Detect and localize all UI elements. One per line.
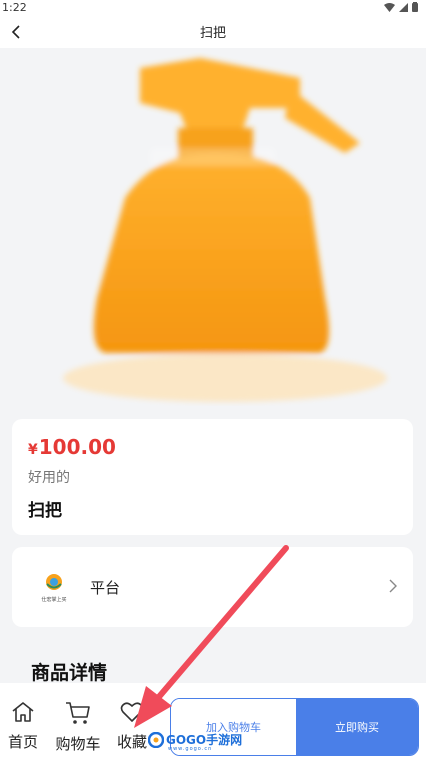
tab-home-label: 首页 (7, 733, 38, 751)
tab-home[interactable]: 首页 (4, 701, 42, 752)
price-card: ¥100.00 好用的 扫把 (12, 419, 413, 535)
tab-favorite-label: 收藏 (116, 733, 147, 751)
tab-cart-label: 购物车 (55, 735, 101, 753)
navigation-bar: 扫把 (0, 16, 426, 48)
tab-favorite[interactable]: 收藏 (112, 701, 152, 752)
currency-symbol: ¥ (28, 442, 38, 458)
status-bar: 1:22 (0, 0, 426, 16)
tab-cart[interactable]: 购物车 (50, 701, 106, 754)
bottom-action-bar: 首页 购物车 收藏 加入购物车 立即购买 (0, 683, 426, 765)
home-icon (12, 702, 34, 722)
chevron-right-icon (389, 579, 397, 593)
status-time: 1:22 (2, 1, 27, 14)
cart-icon (66, 702, 90, 724)
platform-logo: 仕宏掌上买 (41, 574, 67, 603)
product-name: 扫把 (28, 501, 62, 521)
spray-bottle-illustration (63, 58, 387, 402)
signal-icon (399, 2, 408, 12)
price-value: 100.00 (38, 435, 116, 459)
status-icons (384, 2, 418, 12)
product-price: ¥100.00 (28, 435, 116, 459)
heart-icon (120, 702, 144, 722)
platform-name: 平台 (90, 579, 121, 597)
watermark: GOGO手游网 www.gogo.cn (148, 731, 242, 752)
wifi-icon (384, 2, 395, 12)
watermark-subtext: www.gogo.cn (168, 746, 213, 752)
page-title: 扫把 (199, 26, 226, 41)
platform-card[interactable]: 仕宏掌上买 平台 (12, 547, 413, 627)
product-subtitle: 好用的 (28, 470, 70, 486)
details-section-title: 商品详情 (31, 662, 108, 684)
watermark-logo (148, 731, 164, 748)
buy-now-button[interactable]: 立即购买 (296, 699, 418, 755)
platform-logo-text: 仕宏掌上买 (41, 596, 66, 603)
battery-icon (412, 2, 418, 12)
product-image (0, 48, 426, 406)
